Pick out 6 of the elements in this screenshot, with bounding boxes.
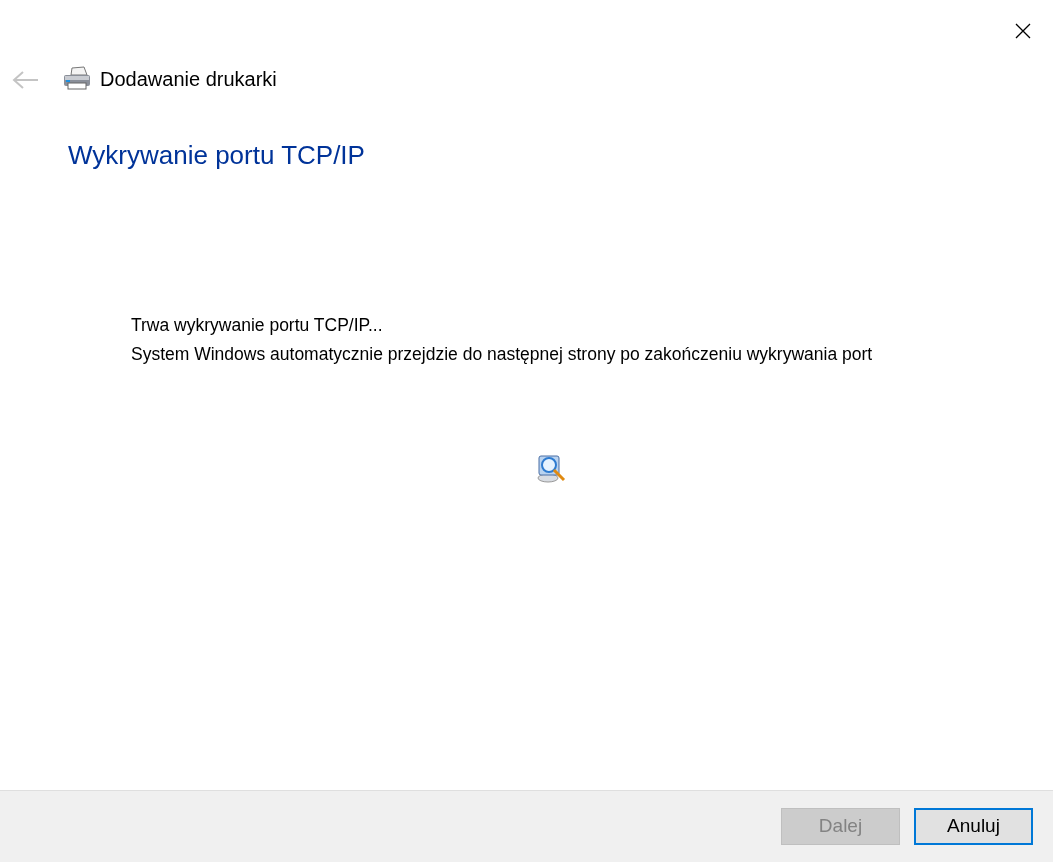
printer-icon	[62, 66, 92, 92]
message-line: System Windows automatycznie przejdzie do następnej strony po zakończeniu wykrywania port	[131, 343, 873, 367]
page-heading: Wykrywanie portu TCP/IP	[68, 140, 366, 172]
window-title: Dodawanie drukarki	[100, 67, 277, 92]
message-line: Trwa wykrywanie portu TCP/IP...	[131, 314, 383, 338]
dialog-button[interactable]: Anuluj	[914, 808, 1033, 845]
